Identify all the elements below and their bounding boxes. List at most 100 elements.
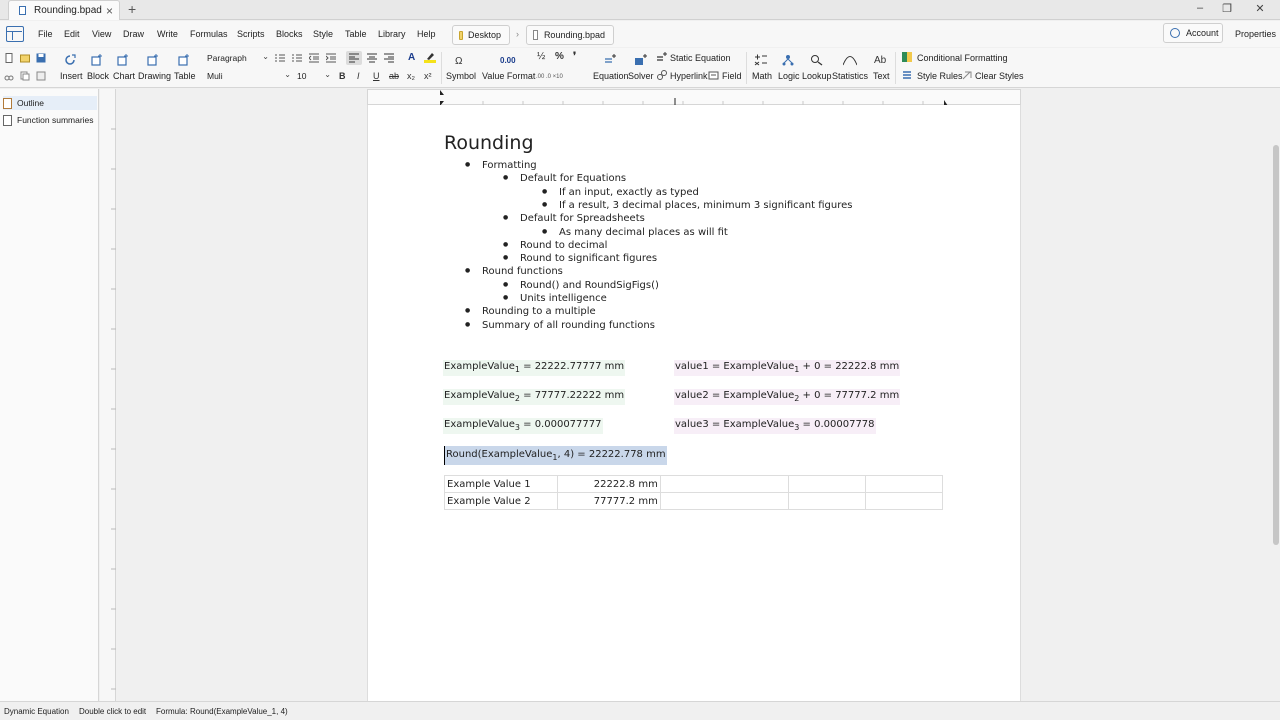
logic-button[interactable]: Logic xyxy=(778,71,800,81)
percent-icon[interactable]: % xyxy=(555,51,564,62)
tab-close-icon[interactable]: × xyxy=(106,4,113,18)
menu-view[interactable]: View xyxy=(92,29,111,39)
table-cell[interactable] xyxy=(865,492,943,510)
underline-button[interactable]: U xyxy=(373,71,380,81)
solver-icon[interactable] xyxy=(634,54,648,66)
solver-button[interactable]: Solver xyxy=(628,71,654,81)
menu-file[interactable]: File xyxy=(38,29,53,39)
outline-item[interactable]: Default for Spreadsheets xyxy=(503,213,645,224)
menu-scripts[interactable]: Scripts xyxy=(237,29,265,39)
numbered-list-icon[interactable] xyxy=(292,53,302,63)
superscript-button[interactable]: x² xyxy=(424,71,432,81)
text-button[interactable]: Text xyxy=(873,71,890,81)
equation-value1[interactable]: value1 = ExampleValue1 + 0 = 22222.8 mm xyxy=(674,360,901,376)
outline-item[interactable]: Units intelligence xyxy=(503,293,607,304)
restore-button[interactable]: ❐ xyxy=(1217,2,1237,15)
align-left-icon[interactable] xyxy=(349,53,359,63)
outline-item[interactable]: As many decimal places as will fit xyxy=(542,227,728,238)
drawing-button[interactable]: Drawing xyxy=(138,71,171,81)
bullet-list-icon[interactable] xyxy=(275,53,285,63)
statistics-icon[interactable] xyxy=(843,54,857,66)
paste-icon[interactable] xyxy=(36,71,46,81)
equation-icon[interactable] xyxy=(604,54,616,66)
decimal-places-icons[interactable]: .00 .0 ×10 xyxy=(536,69,584,81)
minimize-button[interactable]: – xyxy=(1190,2,1210,14)
outline-item[interactable]: Round() and RoundSigFigs() xyxy=(503,280,659,291)
cut-icon[interactable] xyxy=(4,71,14,81)
menu-edit[interactable]: Edit xyxy=(64,29,80,39)
indent-icon[interactable] xyxy=(326,53,336,63)
equation-value3[interactable]: value3 = ExampleValue3 = 0.00007778 xyxy=(674,418,876,434)
outline-item[interactable]: Rounding to a multiple xyxy=(465,306,596,317)
table-cell[interactable]: Example Value 2 xyxy=(444,492,558,510)
copy-icon[interactable] xyxy=(20,71,30,81)
vertical-scrollbar[interactable] xyxy=(1272,89,1280,701)
lookup-icon[interactable] xyxy=(810,54,824,66)
clear-styles-button[interactable]: Clear Styles xyxy=(975,71,1024,81)
field-button[interactable]: Field xyxy=(722,71,742,81)
outdent-icon[interactable] xyxy=(309,53,319,63)
outline-item[interactable]: Round to decimal xyxy=(503,240,608,251)
conditional-formatting-icon[interactable] xyxy=(902,52,912,62)
outline-item[interactable]: If a result, 3 decimal places, minimum 3… xyxy=(542,200,852,211)
save-icon[interactable] xyxy=(36,53,46,63)
spreadsheet-table[interactable]: Example Value 1 22222.8 mm Example Value… xyxy=(444,475,943,510)
app-logo-icon[interactable] xyxy=(6,26,24,42)
math-button[interactable]: Math xyxy=(752,71,772,81)
italic-button[interactable]: I xyxy=(357,71,360,81)
outline-item[interactable]: If an input, exactly as typed xyxy=(542,187,699,198)
scrollbar-thumb[interactable] xyxy=(1273,145,1279,545)
equation-example-value-3[interactable]: ExampleValue3 = 0.000077777 xyxy=(443,418,603,434)
menu-draw[interactable]: Draw xyxy=(123,29,144,39)
chart-button[interactable]: Chart xyxy=(113,71,135,81)
highlight-icon[interactable] xyxy=(424,52,436,64)
font-size-select[interactable]: 10 ⌄ xyxy=(293,69,333,83)
font-color-icon[interactable]: A xyxy=(408,52,415,63)
document-title[interactable]: Rounding xyxy=(444,132,534,154)
sidebar-item-outline[interactable]: Outline xyxy=(3,96,97,110)
menu-formulas[interactable]: Formulas xyxy=(190,29,228,39)
static-equation-button[interactable]: Static Equation xyxy=(670,53,731,63)
table-cell[interactable] xyxy=(865,475,943,493)
value-format-button[interactable]: Value Format xyxy=(482,71,535,81)
block-icon[interactable] xyxy=(91,54,103,66)
breadcrumb-file[interactable]: Rounding.bpad xyxy=(526,25,614,45)
lookup-button[interactable]: Lookup xyxy=(802,71,832,81)
outline-item[interactable]: Default for Equations xyxy=(503,173,626,184)
menu-blocks[interactable]: Blocks xyxy=(276,29,303,39)
sidebar-item-function-summaries[interactable]: Function summaries xyxy=(3,113,97,127)
equation-example-value-2[interactable]: ExampleValue2 = 77777.22222 mm xyxy=(443,389,626,405)
menu-help[interactable]: Help xyxy=(417,29,436,39)
chart-icon[interactable] xyxy=(117,54,129,66)
close-button[interactable]: ✕ xyxy=(1250,2,1270,15)
align-right-icon[interactable] xyxy=(384,53,394,63)
strikethrough-button[interactable]: ab xyxy=(389,71,399,81)
open-folder-icon[interactable] xyxy=(20,53,30,63)
hyperlink-button[interactable]: Hyperlink xyxy=(670,71,708,81)
menu-write[interactable]: Write xyxy=(157,29,178,39)
table-icon[interactable] xyxy=(178,54,190,66)
new-file-icon[interactable] xyxy=(4,53,14,63)
menu-table[interactable]: Table xyxy=(345,29,367,39)
table-cell[interactable] xyxy=(659,475,790,493)
thousands-separator-icon[interactable]: ❜ xyxy=(573,51,576,62)
bold-button[interactable]: B xyxy=(339,71,346,81)
paragraph-style-select[interactable]: Paragraph ⌄ xyxy=(203,51,271,65)
style-rules-icon[interactable] xyxy=(902,70,912,80)
font-family-select[interactable]: Muli ⌄ xyxy=(203,69,293,83)
menu-style[interactable]: Style xyxy=(313,29,333,39)
block-button[interactable]: Block xyxy=(87,71,109,81)
statistics-button[interactable]: Statistics xyxy=(832,71,868,81)
style-rules-button[interactable]: Style Rules xyxy=(917,71,963,81)
table-button[interactable]: Table xyxy=(174,71,196,81)
outline-item[interactable]: Summary of all rounding functions xyxy=(465,320,655,331)
properties-button[interactable]: Properties xyxy=(1235,29,1276,39)
equation-value2[interactable]: value2 = ExampleValue2 + 0 = 77777.2 mm xyxy=(674,389,901,405)
table-cell[interactable]: 22222.8 mm xyxy=(556,475,661,493)
table-cell[interactable] xyxy=(788,475,867,493)
field-icon[interactable] xyxy=(708,69,720,81)
symbol-button[interactable]: Symbol xyxy=(446,71,476,81)
logic-icon[interactable] xyxy=(781,54,795,66)
equation-example-value-1[interactable]: ExampleValue1 = 22222.77777 mm xyxy=(443,360,626,376)
hyperlink-icon[interactable] xyxy=(656,69,668,81)
